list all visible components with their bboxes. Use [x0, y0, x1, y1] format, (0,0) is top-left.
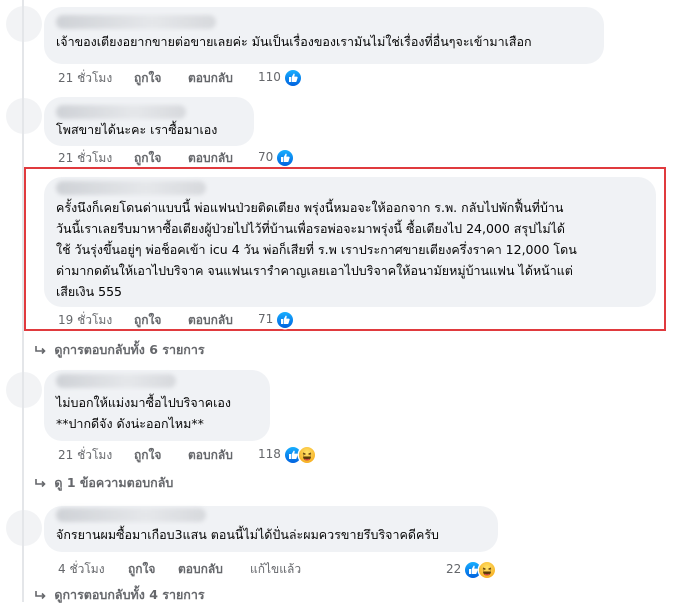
reply-arrow-icon — [35, 345, 46, 354]
comment-bubble: โพสขายได้นะคะ เราซื้อมาเอง — [44, 97, 254, 146]
like-button[interactable]: ถูกใจ — [134, 69, 161, 87]
reaction-summary[interactable]: 22 — [446, 560, 496, 578]
commenter-name[interactable] — [56, 15, 216, 29]
comment-time[interactable]: 4 ชั่วโมง — [58, 560, 105, 578]
comment-time[interactable]: 21 ชั่วโมง — [58, 149, 112, 167]
like-button[interactable]: ถูกใจ — [134, 311, 161, 329]
comment-time[interactable]: 21 ชั่วโมง — [58, 69, 112, 87]
avatar[interactable] — [6, 98, 42, 134]
reply-arrow-icon — [35, 478, 46, 487]
comment-text: โพสขายได้นะคะ เราซื้อมาเอง — [56, 122, 218, 137]
reaction-summary[interactable]: 71 — [258, 310, 294, 328]
like-icon — [284, 69, 301, 86]
reply-button[interactable]: ตอบกลับ — [188, 149, 233, 167]
comment-text: จักรยานผมซื้อมาเกือบ3แสน ตอนนี้ไม่ได้ปั่… — [56, 527, 439, 542]
view-replies-link[interactable]: ดู 1 ข้อความตอบกลับ — [34, 474, 173, 492]
haha-icon — [298, 446, 315, 463]
reply-button[interactable]: ตอบกลับ — [188, 69, 233, 87]
like-button[interactable]: ถูกใจ — [134, 446, 161, 464]
like-icon — [277, 311, 294, 328]
comment-actions: 19 ชั่วโมง ถูกใจ ตอบกลับ — [58, 311, 278, 329]
edited-label: แก้ไขแล้ว — [250, 562, 302, 576]
view-replies-label: ดูการตอบกลับทั้ง 4 รายการ — [54, 587, 205, 602]
avatar[interactable] — [6, 510, 42, 546]
view-replies-link[interactable]: ดูการตอบกลับทั้ง 4 รายการ — [34, 586, 205, 604]
view-replies-label: ดู 1 ข้อความตอบกลับ — [54, 475, 174, 490]
commenter-name[interactable] — [56, 508, 206, 522]
comment-line: ครั้งนึงก็เคยโดนด่าแบบนี้ พ่อแฟนป่วยติดเ… — [56, 200, 564, 215]
reaction-count: 22 — [446, 562, 462, 576]
reply-arrow-icon — [35, 590, 46, 599]
view-replies-link[interactable]: ดูการตอบกลับทั้ง 6 รายการ — [34, 341, 205, 359]
reply-button[interactable]: ตอบกลับ — [188, 311, 233, 329]
avatar[interactable] — [6, 372, 42, 408]
commenter-name[interactable] — [56, 374, 176, 388]
comment-actions: 21 ชั่วโมง ถูกใจ ตอบกลับ — [58, 446, 278, 464]
reaction-summary[interactable]: 118 — [258, 445, 315, 463]
like-button[interactable]: ถูกใจ — [128, 560, 155, 578]
commenter-name[interactable] — [56, 181, 206, 195]
comment-actions: 4 ชั่วโมง ถูกใจ ตอบกลับ แก้ไขแล้ว — [58, 560, 348, 578]
comment-time[interactable]: 21 ชั่วโมง — [58, 446, 112, 464]
comment-line: เสียเงิน 555 — [56, 284, 122, 299]
comment-bubble: เจ้าของเตียงอยากขายต่อขายเลยค่ะ มันเป็นเ… — [44, 7, 604, 64]
comment-line: ด่ามากดดันให้เอาไปบริจาค จนแฟนเรารำคาญเล… — [56, 263, 573, 278]
comment-actions: 21 ชั่วโมง ถูกใจ ตอบกลับ — [58, 69, 278, 87]
reaction-count: 71 — [258, 312, 274, 326]
like-icon — [277, 149, 294, 166]
commenter-name[interactable] — [56, 105, 186, 119]
like-button[interactable]: ถูกใจ — [134, 149, 161, 167]
comment-line: ใช้ วันรุ่งขึ้นอยู่ๆ พ่อช็อคเข้า icu 4 ว… — [56, 242, 577, 257]
comment-bubble: จักรยานผมซื้อมาเกือบ3แสน ตอนนี้ไม่ได้ปั่… — [44, 506, 498, 552]
reaction-count: 70 — [258, 150, 274, 164]
reply-button[interactable]: ตอบกลับ — [188, 446, 233, 464]
comment-bubble: ครั้งนึงก็เคยโดนด่าแบบนี้ พ่อแฟนป่วยติดเ… — [44, 177, 656, 307]
avatar[interactable] — [6, 6, 42, 42]
reply-button[interactable]: ตอบกลับ — [178, 560, 223, 578]
comment-bubble: ไม่บอกให้แม่งมาซื้อไปบริจาคเอง **ปากดีจั… — [44, 370, 270, 441]
comment-line: **ปากดีจัง ดังน่ะออกไหม** — [56, 416, 204, 431]
view-replies-label: ดูการตอบกลับทั้ง 6 รายการ — [54, 342, 205, 357]
reaction-summary[interactable]: 70 — [258, 148, 294, 166]
haha-icon — [479, 561, 496, 578]
comment-text: เจ้าของเตียงอยากขายต่อขายเลยค่ะ มันเป็นเ… — [56, 34, 532, 49]
reaction-count: 110 — [258, 70, 281, 84]
comment-line: วันนี้เราเลยรีบมาหาซื้อเตียงผู้ป่วยไปไว้… — [56, 221, 565, 236]
reaction-count: 118 — [258, 447, 281, 461]
comment-actions: 21 ชั่วโมง ถูกใจ ตอบกลับ — [58, 149, 278, 167]
reaction-summary[interactable]: 110 — [258, 68, 301, 86]
comment-time[interactable]: 19 ชั่วโมง — [58, 311, 112, 329]
comment-line: ไม่บอกให้แม่งมาซื้อไปบริจาคเอง — [56, 395, 231, 410]
